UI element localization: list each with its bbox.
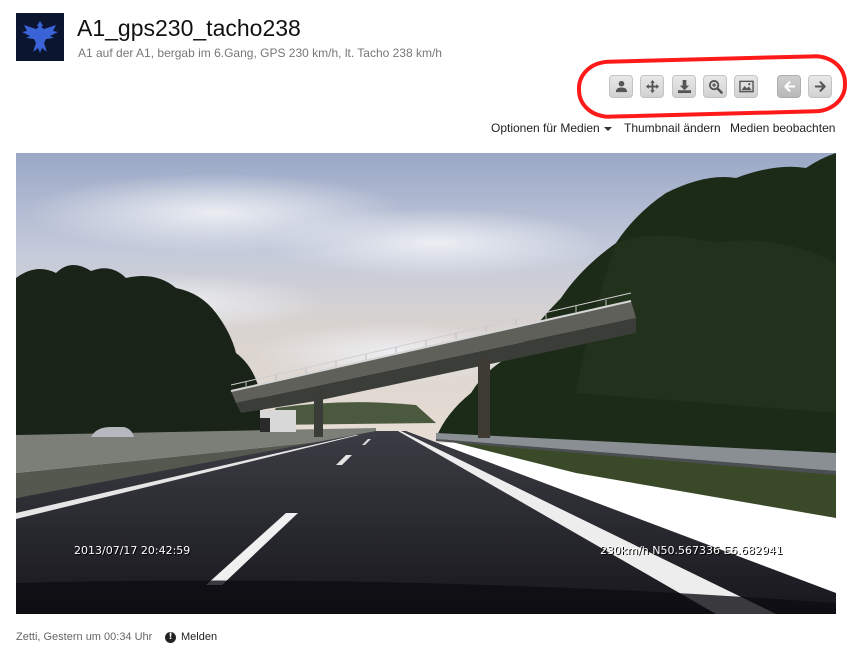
- owner-button[interactable]: [609, 75, 633, 98]
- next-button[interactable]: [808, 75, 832, 98]
- media-options-label: Optionen für Medien: [491, 121, 600, 135]
- download-icon: [677, 79, 691, 94]
- media-options-menu[interactable]: Optionen für Medien: [491, 121, 612, 135]
- move-icon: [645, 79, 659, 94]
- exclamation-icon: !: [165, 631, 176, 643]
- arrow-right-icon: [814, 81, 826, 92]
- media-description: A1 auf der A1, bergab im 6.Gang, GPS 230…: [78, 46, 442, 60]
- dashcam-gps-readout: 230km/h N50.567336 E6.682941: [600, 544, 783, 557]
- page-title: A1_gps230_tacho238: [77, 15, 301, 41]
- eagle-logo-icon: [22, 21, 58, 53]
- image-icon: [738, 80, 754, 93]
- zoom-in-icon: [708, 79, 723, 94]
- dashcam-timestamp: 2013/07/17 20:42:59: [74, 544, 191, 557]
- report-link[interactable]: ! Melden: [165, 631, 217, 643]
- zoom-button[interactable]: [703, 75, 727, 98]
- image-button[interactable]: [734, 75, 758, 98]
- avatar[interactable]: [16, 13, 64, 61]
- watch-media-link[interactable]: Medien beobachten: [730, 121, 835, 135]
- caret-down-icon: [603, 126, 612, 131]
- report-label: Melden: [181, 631, 218, 643]
- previous-button[interactable]: [777, 75, 801, 98]
- user-icon: [615, 80, 627, 93]
- move-button[interactable]: [640, 75, 664, 98]
- author-timestamp: Zetti, Gestern um 00:34 Uhr: [16, 631, 153, 643]
- change-thumbnail-link[interactable]: Thumbnail ändern: [624, 121, 721, 135]
- arrow-left-icon: [783, 81, 795, 92]
- media-image[interactable]: 2013/07/17 20:42:59 230km/h N50.567336 E…: [16, 153, 836, 614]
- download-button[interactable]: [672, 75, 696, 98]
